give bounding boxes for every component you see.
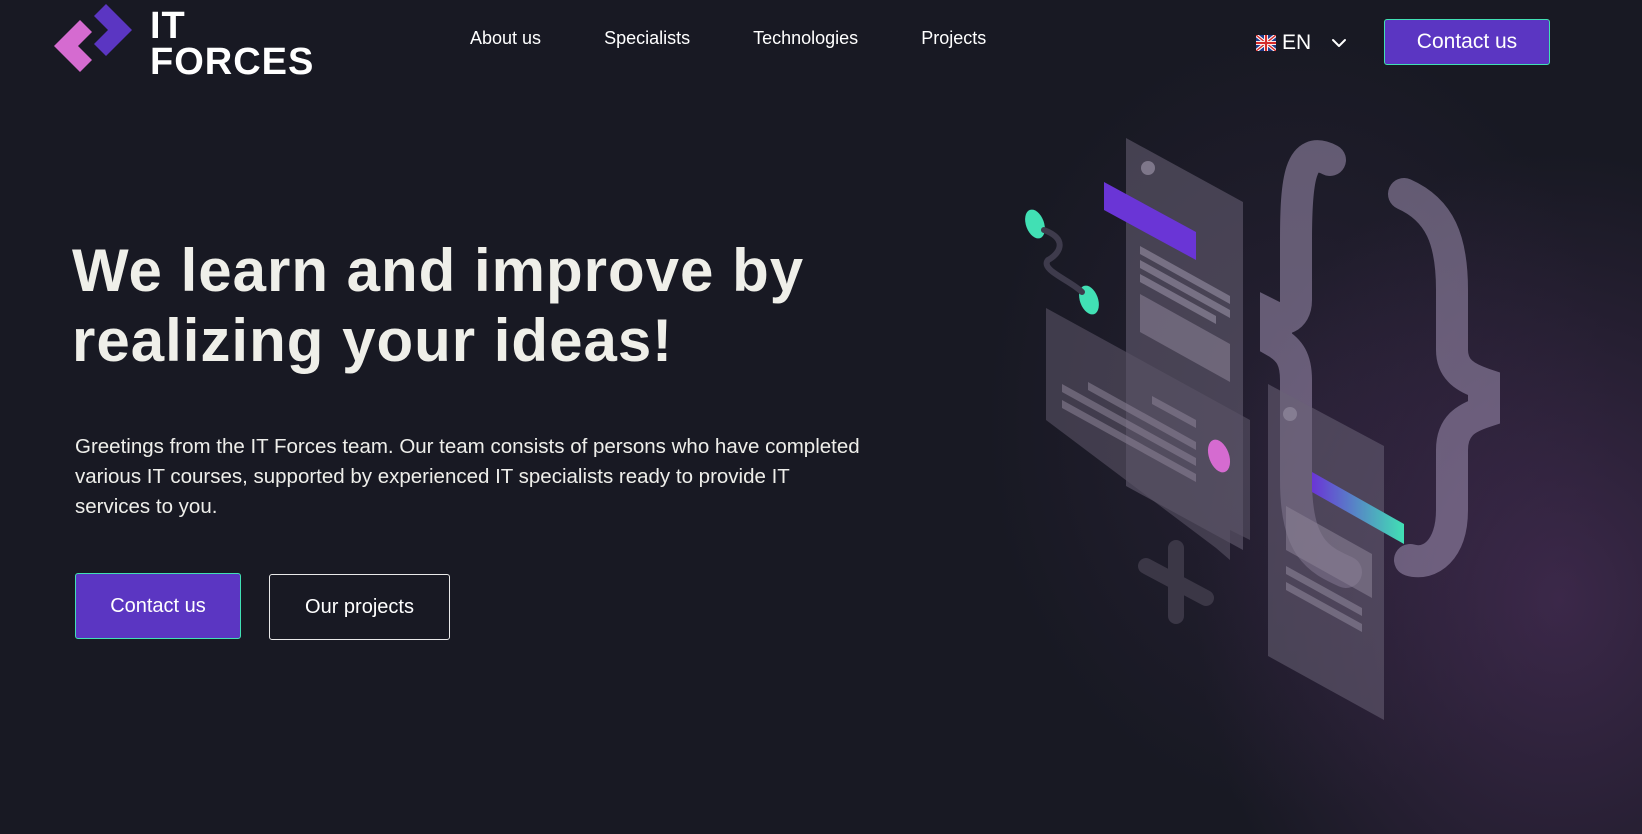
hero-title: We learn and improve by realizing your i… bbox=[72, 237, 805, 374]
site-logo[interactable]: IT FORCES bbox=[50, 2, 313, 84]
logo-text-line1: IT bbox=[150, 5, 186, 47]
nav-item-projects[interactable]: Projects bbox=[921, 28, 986, 49]
header-contact-button[interactable]: Contact us bbox=[1384, 19, 1550, 65]
logo-mark-icon bbox=[54, 4, 132, 72]
code-braces-illustration-icon bbox=[1025, 138, 1500, 720]
hero-description: Greetings from the IT Forces team. Our t… bbox=[75, 435, 860, 518]
language-label: EN bbox=[1282, 31, 1312, 54]
landing-page: IT FORCES About us Specialists Technolog… bbox=[0, 0, 1642, 834]
our-projects-button[interactable]: Our projects bbox=[269, 574, 450, 640]
main-nav: About us Specialists Technologies Projec… bbox=[470, 28, 986, 49]
site-header: IT FORCES About us Specialists Technolog… bbox=[0, 0, 1642, 88]
nav-item-specialists[interactable]: Specialists bbox=[604, 28, 690, 49]
uk-flag-icon bbox=[1256, 35, 1276, 51]
nav-item-about-us[interactable]: About us bbox=[470, 28, 541, 49]
nav-item-technologies[interactable]: Technologies bbox=[753, 28, 858, 49]
logo-text-line2: FORCES bbox=[150, 41, 315, 83]
hero-contact-button[interactable]: Contact us bbox=[75, 573, 241, 639]
language-selector[interactable]: EN bbox=[1256, 28, 1347, 58]
chevron-down-icon bbox=[1332, 39, 1347, 47]
logo-wordmark: IT FORCES bbox=[150, 5, 315, 83]
